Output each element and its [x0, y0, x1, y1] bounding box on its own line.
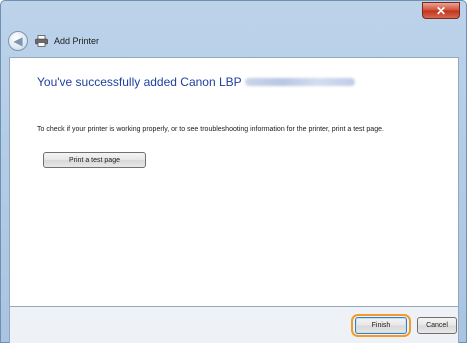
wizard-title: Add Printer — [54, 36, 100, 46]
redacted-model-name — [244, 78, 355, 86]
wizard-footer: Finish Cancel — [9, 307, 459, 343]
printer-icon — [34, 34, 48, 48]
add-printer-window: ✕ ◀ Add Printer You've successfully adde… — [0, 0, 467, 343]
back-button[interactable]: ◀ — [8, 31, 28, 51]
success-heading-text: You've successfully added Canon LBP — [37, 75, 242, 89]
wizard-content: You've successfully added Canon LBP To c… — [9, 57, 459, 307]
finish-button[interactable]: Finish — [355, 317, 407, 334]
print-test-page-button[interactable]: Print a test page — [43, 152, 146, 168]
close-button[interactable]: ✕ — [422, 2, 460, 19]
info-text: To check if your printer is working prop… — [37, 126, 384, 133]
success-heading: You've successfully added Canon LBP — [37, 75, 355, 89]
title-bar: ✕ — [1, 1, 466, 31]
close-icon: ✕ — [435, 3, 447, 18]
cancel-button[interactable]: Cancel — [417, 317, 457, 334]
wizard-nav-bar: ◀ Add Printer — [8, 29, 99, 53]
back-arrow-icon: ◀ — [13, 34, 23, 48]
